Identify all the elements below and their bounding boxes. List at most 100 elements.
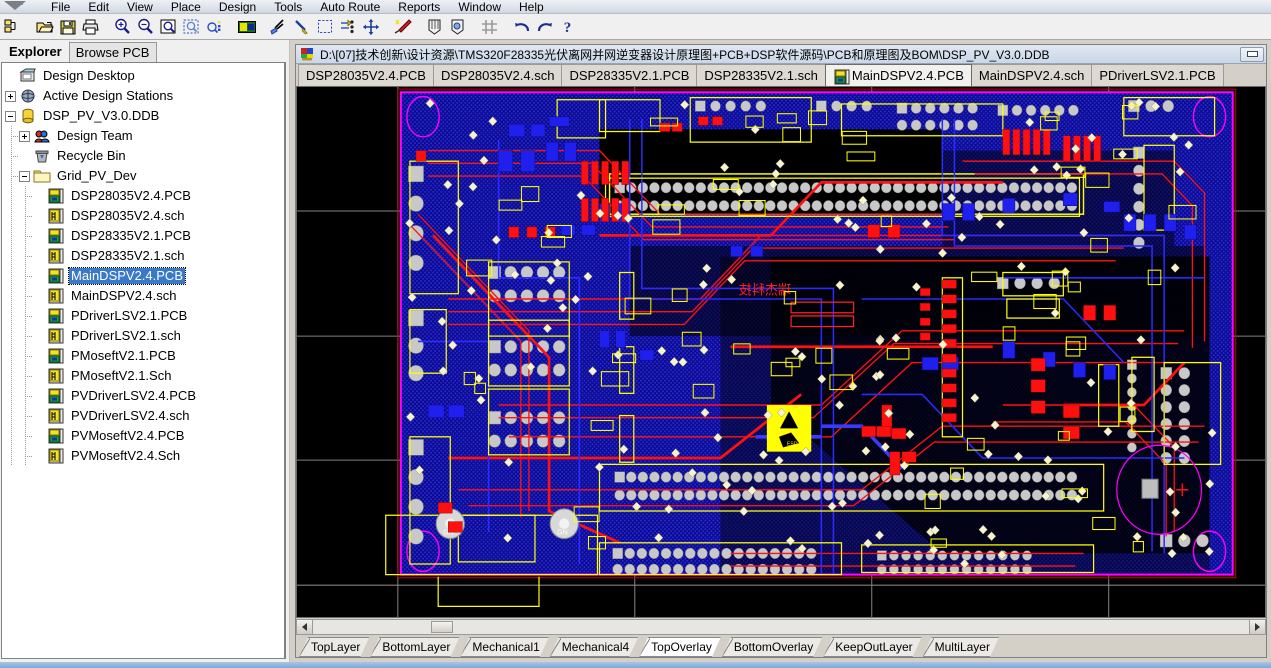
tree-item-design-team[interactable]: Design Team — [5, 126, 284, 146]
pcb-artwork[interactable]: 瑞杰科技 ESD GN — [297, 87, 1265, 617]
pcb-doc-icon — [833, 69, 850, 85]
smd-pad-top — [1022, 129, 1031, 156]
tree-item-pvdriverlsv2-4-pcb[interactable]: PVDriverLSV2.4.PCB — [5, 386, 284, 406]
tree-item-pdriverlsv2-1-pcb[interactable]: PDriverLSV2.1.PCB — [5, 306, 284, 326]
component-down-icon[interactable] — [446, 16, 469, 38]
restore-button[interactable] — [1240, 46, 1264, 62]
tree-item-maindspv2-4-pcb[interactable]: MainDSPV2.4.PCB — [5, 266, 284, 286]
zoom-in-icon[interactable] — [111, 16, 134, 38]
tab-browse-pcb[interactable]: Browse PCB — [68, 42, 158, 62]
menu-auto-route[interactable]: Auto Route — [311, 0, 389, 14]
tab-explorer[interactable]: Explorer — [2, 41, 70, 62]
document-tab-dsp28035v2-4-sch[interactable]: DSP28035V2.4.sch — [432, 64, 563, 86]
menu-place[interactable]: Place — [162, 0, 210, 14]
tree-item-pmoseftv2-1-sch[interactable]: PMoseftV2.1.Sch — [5, 366, 284, 386]
smd-pad-bottom — [1103, 364, 1117, 380]
layer-tab-keepoutlayer[interactable]: KeepOutLayer — [823, 637, 921, 657]
menu-file[interactable]: File — [42, 0, 79, 14]
clear-errors-icon[interactable] — [391, 16, 414, 38]
tree-item-dsp-pv-v3-0-ddb[interactable]: DSP_PV_V3.0.DDB — [5, 106, 284, 126]
tree-item-label: PMoseftV2.1.Sch — [71, 368, 172, 383]
tree-item-active-design-stations[interactable]: Active Design Stations — [5, 86, 284, 106]
layer-tab-mechanical1[interactable]: Mechanical1 — [460, 637, 548, 657]
document-tab-dsp28335v2-1-sch[interactable]: DSP28335V2.1.sch — [696, 64, 826, 86]
layer-tab-topoverlay[interactable]: TopOverlay — [639, 637, 721, 657]
layer-tab-bottomoverlay[interactable]: BottomOverlay — [722, 637, 822, 657]
select-area-icon[interactable] — [313, 16, 336, 38]
system-menu-icon[interactable] — [2, 0, 28, 13]
smd-pad-bottom — [921, 357, 939, 371]
measure-icon[interactable] — [290, 16, 313, 38]
tree-item-recycle-bin[interactable]: Recycle Bin — [5, 146, 284, 166]
tree-expand-icon[interactable] — [19, 130, 30, 142]
smd-pad-top — [437, 502, 453, 514]
tree-item-dsp28335v2-1-pcb[interactable]: DSP28335V2.1.PCB — [5, 226, 284, 246]
menu-reports[interactable]: Reports — [389, 0, 449, 14]
svg-text:GN: GN — [557, 527, 568, 536]
cut-tracks-icon[interactable] — [267, 16, 290, 38]
tree-item-pmoseftv2-1-pcb[interactable]: PMoseftV2.1.PCB — [5, 346, 284, 366]
scroll-thumb[interactable] — [431, 621, 453, 633]
undo-icon[interactable] — [510, 16, 533, 38]
layer-tab-mechanical4[interactable]: Mechanical4 — [550, 637, 638, 657]
layer-tab-bottomlayer[interactable]: BottomLayer — [370, 637, 459, 657]
document-tab-dsp28335v2-1-pcb[interactable]: DSP28335V2.1.PCB — [561, 64, 698, 86]
smd-pad-top — [942, 383, 957, 393]
smd-pad-top — [1030, 358, 1046, 372]
tree-item-pvmoseftv2-4-pcb[interactable]: PVMoseftV2.4.PCB — [5, 426, 284, 446]
menu-view[interactable]: View — [118, 0, 162, 14]
document-tab-maindspv2-4-pcb[interactable]: MainDSPV2.4.PCB — [824, 64, 972, 86]
document-tab-maindspv2-4-sch[interactable]: MainDSPV2.4.sch — [970, 64, 1093, 86]
tree-item-label: Design Team — [57, 128, 133, 143]
tree-indent — [19, 346, 33, 366]
smd-pad-top — [891, 428, 907, 440]
tree-indent — [19, 206, 33, 226]
help-icon[interactable]: ? — [556, 16, 579, 38]
tree-item-maindspv2-4-sch[interactable]: MainDSPV2.4.sch — [5, 286, 284, 306]
menu-design[interactable]: Design — [210, 0, 265, 14]
menu-edit[interactable]: Edit — [79, 0, 118, 14]
svg-text:ESD: ESD — [787, 441, 798, 447]
tree-item-design-desktop[interactable]: Design Desktop — [5, 66, 284, 86]
design-team-icon — [33, 128, 51, 144]
scroll-track[interactable] — [313, 620, 1249, 634]
document-tab-dsp28035v2-4-pcb[interactable]: DSP28035V2.4.PCB — [298, 64, 434, 86]
sch-doc-icon — [47, 288, 65, 304]
tree-item-dsp28335v2-1-sch[interactable]: DSP28335V2.1.sch — [5, 246, 284, 266]
tree-item-pdriverlsv2-1-sch[interactable]: PDriverLSV2.1.sch — [5, 326, 284, 346]
tree-item-pvmoseftv2-4-sch[interactable]: PVMoseftV2.4.Sch — [5, 446, 284, 466]
tree-item-dsp28035v2-4-pcb[interactable]: DSP28035V2.4.PCB — [5, 186, 284, 206]
menu-tools[interactable]: Tools — [265, 0, 311, 14]
open-folder-icon[interactable] — [33, 16, 56, 38]
pcb-editor-canvas[interactable]: 瑞杰科技 ESD GN — [296, 86, 1266, 618]
tree-expand-icon[interactable] — [5, 90, 16, 102]
zoom-document-icon[interactable] — [157, 16, 180, 38]
layer-tab-multilayer[interactable]: MultiLayer — [923, 637, 999, 657]
zoom-selection-icon[interactable] — [203, 16, 226, 38]
print-icon[interactable] — [79, 16, 102, 38]
save-icon[interactable] — [56, 16, 79, 38]
layer-tab-toplayer[interactable]: TopLayer — [299, 637, 369, 657]
document-tab-pdriverlsv2-1-pcb[interactable]: PDriverLSV2.1.PCB — [1091, 64, 1224, 86]
new-design-icon[interactable] — [1, 16, 24, 38]
zoom-out-icon[interactable] — [134, 16, 157, 38]
tree-indent — [19, 246, 33, 266]
pan-view-icon[interactable] — [235, 16, 258, 38]
redo-icon[interactable] — [533, 16, 556, 38]
menu-help[interactable]: Help — [510, 0, 553, 14]
tree-item-pvdriverlsv2-4-sch[interactable]: PVDriverLSV2.4.sch — [5, 406, 284, 426]
scroll-left-arrow[interactable] — [297, 620, 313, 634]
tree-item-dsp28035v2-4-sch[interactable]: DSP28035V2.4.sch — [5, 206, 284, 226]
design-tree-container[interactable]: Design Desktop Active Design Stations DS… — [1, 62, 286, 659]
move-selection-icon[interactable] — [336, 16, 359, 38]
horizontal-scrollbar[interactable] — [296, 619, 1266, 635]
tree-collapse-icon[interactable] — [5, 110, 16, 122]
grid-icon[interactable] — [478, 16, 501, 38]
tree-collapse-icon[interactable] — [19, 170, 30, 182]
zoom-area-icon[interactable] — [180, 16, 203, 38]
scroll-right-arrow[interactable] — [1249, 620, 1265, 634]
component-up-icon[interactable] — [423, 16, 446, 38]
menu-window[interactable]: Window — [449, 0, 510, 14]
move-icon[interactable] — [359, 16, 382, 38]
tree-item-grid-pv-dev[interactable]: Grid_PV_Dev — [5, 166, 284, 186]
